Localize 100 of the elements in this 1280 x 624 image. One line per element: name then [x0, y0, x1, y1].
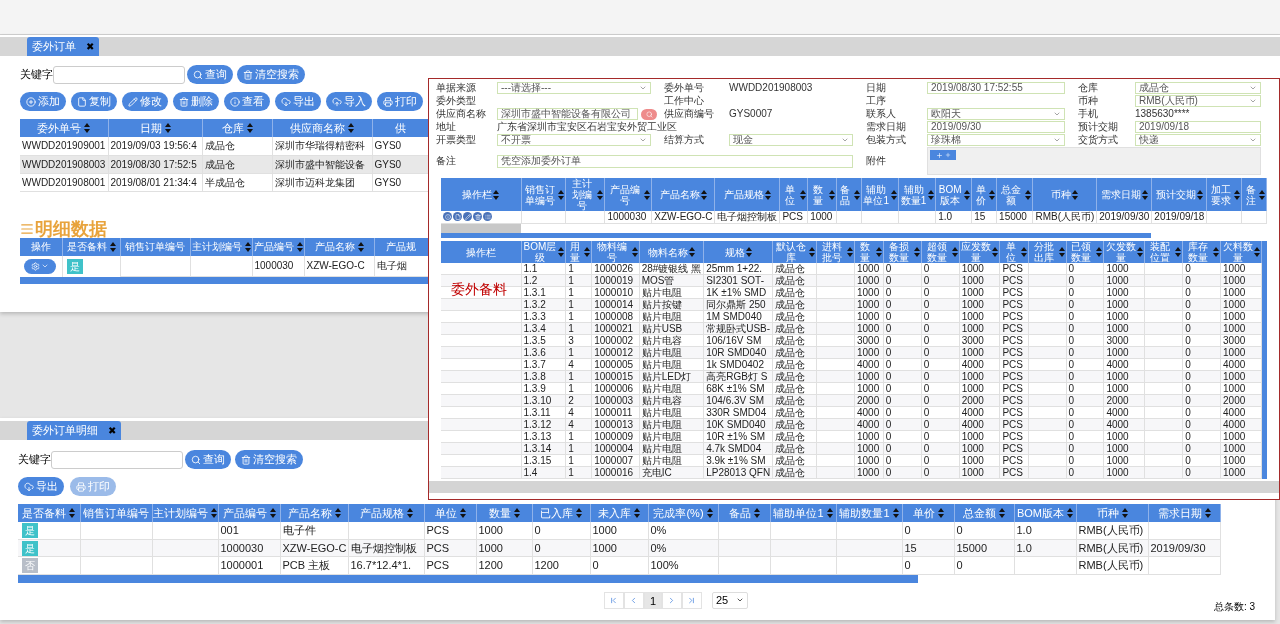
sort-icon[interactable] — [826, 508, 833, 518]
sort-icon[interactable] — [406, 508, 413, 518]
sort-icon[interactable] — [1072, 189, 1079, 200]
row-action-button[interactable] — [463, 212, 472, 222]
scrollbar[interactable] — [20, 277, 428, 284]
column-header[interactable]: 供应商名称 — [272, 119, 372, 137]
column-header[interactable]: 产品规格 — [714, 178, 780, 211]
row-action-button[interactable] — [453, 212, 462, 222]
select-field[interactable]: 不开票 — [497, 134, 651, 146]
sort-icon[interactable] — [513, 508, 520, 518]
select-field[interactable]: 欧阳天 — [927, 108, 1065, 120]
column-header[interactable]: 产品编号 — [604, 178, 652, 211]
column-header[interactable]: 总金额 — [996, 178, 1033, 211]
scrollbar[interactable] — [18, 574, 918, 583]
column-header[interactable]: 规格 — [703, 241, 773, 263]
sort-icon[interactable] — [1141, 189, 1148, 200]
sort-icon[interactable] — [688, 247, 695, 257]
sort-icon[interactable] — [892, 508, 899, 518]
column-header[interactable]: BOM版本 — [1014, 504, 1076, 522]
column-header[interactable]: 币种 — [1032, 178, 1097, 211]
toolbar-button[interactable]: 删除 — [173, 92, 219, 111]
tab[interactable]: 委外订单明细 ✖ — [27, 421, 121, 440]
sort-icon[interactable] — [1196, 189, 1203, 200]
column-header[interactable]: 供 — [372, 119, 428, 137]
sort-icon[interactable] — [69, 508, 76, 518]
column-header[interactable]: BOM层级 — [521, 241, 566, 263]
column-header[interactable]: 备注 — [1241, 178, 1267, 211]
sort-icon[interactable] — [84, 123, 91, 133]
sort-icon[interactable] — [357, 241, 364, 252]
sort-icon[interactable] — [576, 508, 582, 518]
toolbar-button[interactable]: 复制 — [71, 92, 117, 111]
keyword-field[interactable] — [53, 65, 185, 84]
supplier-field[interactable]: 深圳市盛中智能设备有限公司 — [497, 108, 638, 120]
column-header[interactable]: 币种 — [1076, 504, 1148, 522]
column-header[interactable]: 产品规 — [374, 237, 428, 256]
column-header[interactable]: 辅助数量1 — [836, 504, 902, 522]
column-header[interactable]: 是否备料 — [18, 504, 80, 522]
column-header[interactable]: 未入库 — [590, 504, 648, 522]
column-header[interactable]: 仓库 — [202, 119, 272, 137]
toolbar-button[interactable]: 导入 — [326, 92, 372, 111]
column-header[interactable]: 操作栏 — [441, 178, 521, 211]
close-button[interactable]: ✖ — [108, 423, 116, 438]
column-header[interactable]: 总金额 — [954, 504, 1014, 522]
keyword-field[interactable] — [51, 450, 183, 469]
column-header[interactable]: 主计划编号 — [190, 237, 252, 256]
column-header[interactable]: 产品名称 — [280, 504, 348, 522]
toolbar-button[interactable]: 添加 — [20, 92, 66, 111]
sort-icon[interactable] — [348, 123, 354, 133]
column-header[interactable]: 用量 — [565, 241, 592, 263]
upload-area[interactable] — [927, 147, 1261, 175]
column-header[interactable]: 欠发数量 — [1103, 241, 1145, 263]
sort-icon[interactable] — [706, 508, 713, 518]
close-button[interactable]: ✖ — [86, 39, 94, 54]
sort-icon[interactable] — [459, 508, 466, 518]
column-header[interactable]: 产品名称 — [651, 178, 715, 211]
column-header[interactable]: 操作栏 — [441, 241, 521, 263]
select-field[interactable]: 珍珠棉 — [927, 134, 1065, 146]
column-header[interactable]: 销售订单编号 — [120, 237, 190, 256]
toolbar-button[interactable]: 查看 — [224, 92, 270, 111]
toolbar-button[interactable]: 修改 — [122, 92, 168, 111]
remark-field[interactable]: 凭空添加委外订单 — [497, 154, 853, 168]
sort-icon[interactable] — [269, 508, 276, 518]
column-header[interactable]: 备品 — [836, 178, 862, 211]
date-field[interactable]: 2019/09/30 — [927, 121, 1065, 133]
column-header[interactable]: 库存数量 — [1182, 241, 1221, 263]
column-header[interactable]: 物料名称 — [639, 241, 704, 263]
sort-icon[interactable] — [164, 123, 171, 133]
column-header[interactable]: 数量 — [807, 178, 837, 211]
toolbar-button[interactable]: 清空搜索 — [235, 450, 303, 469]
action-menu-button[interactable] — [24, 258, 56, 274]
column-header[interactable]: 辅助单位1 — [770, 504, 836, 522]
row-action-button[interactable] — [483, 212, 492, 222]
column-header[interactable]: 单价 — [902, 504, 954, 522]
sort-icon[interactable] — [745, 247, 752, 257]
toolbar-button[interactable]: 清空搜索 — [237, 65, 305, 84]
column-header[interactable]: 产品编号 — [218, 504, 280, 522]
column-header[interactable]: 辅助单位1 — [861, 178, 899, 211]
toolbar-button[interactable]: 查询 — [185, 450, 231, 469]
sort-icon[interactable] — [634, 508, 640, 518]
column-header[interactable]: 物料编号 — [591, 241, 640, 263]
column-header[interactable]: 需求日期 — [1096, 178, 1152, 211]
column-header[interactable]: 数量 — [476, 504, 532, 522]
sort-icon[interactable] — [1067, 508, 1074, 518]
column-header[interactable]: 单位 — [779, 178, 808, 211]
column-header[interactable]: 完成率(%) — [648, 504, 718, 522]
column-header[interactable]: 进料批号 — [816, 241, 855, 263]
column-header[interactable]: 超领数量 — [921, 241, 960, 263]
sort-icon[interactable] — [493, 189, 500, 200]
column-header[interactable]: 备损数量 — [883, 241, 922, 263]
toolbar-button[interactable]: 导出 — [18, 477, 64, 496]
column-header[interactable]: 日期 — [108, 119, 202, 137]
column-header[interactable]: 主计划编号 — [152, 504, 218, 522]
column-header[interactable]: 加工要求 — [1206, 178, 1242, 211]
row-action-button[interactable] — [473, 212, 482, 222]
scrollbar[interactable] — [441, 233, 1152, 238]
scrollbar[interactable] — [1262, 241, 1267, 479]
sort-icon[interactable] — [764, 189, 771, 200]
sort-icon[interactable] — [334, 508, 341, 518]
column-header[interactable]: 默认仓库 — [772, 241, 817, 263]
sort-icon[interactable] — [937, 508, 944, 518]
